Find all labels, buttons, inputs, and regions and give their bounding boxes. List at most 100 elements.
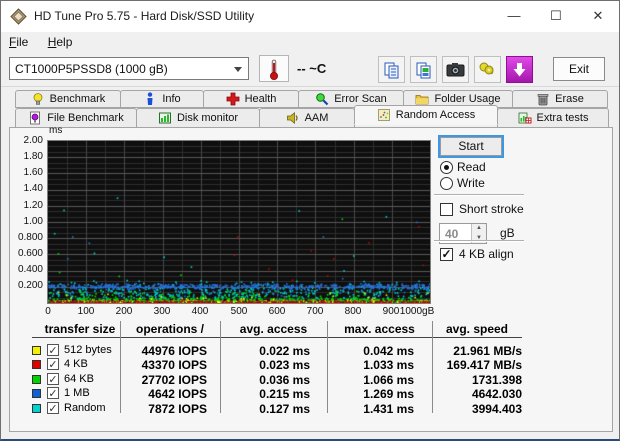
random-access-page: ms 2.00 1.80 1.60 1.40 1.20 1.00 0.800 0… [9, 127, 613, 432]
y-tick: 1.40 [13, 183, 43, 194]
transfer-size-label: Random [64, 402, 106, 414]
extra-tests-icon [518, 111, 532, 125]
avg-access-value: 0.127 ms [220, 402, 327, 416]
table-row: Random 7872 IOPS 0.127 ms 1.431 ms 3994.… [10, 402, 614, 416]
keys-icon [478, 61, 497, 78]
max-access-value: 1.066 ms [327, 373, 432, 387]
toolbar: CT1000P5PSSD8 (1000 gB) -- ~C [1, 53, 619, 87]
x-tick: 600 [269, 306, 286, 317]
tab-info[interactable]: Info [120, 90, 204, 108]
operations-value: 7872 IOPS [120, 402, 220, 416]
x-tick: 100 [78, 306, 95, 317]
tab-label: Extra tests [537, 112, 589, 124]
table-row: 512 bytes 44976 IOPS 0.022 ms 0.042 ms 2… [10, 344, 614, 358]
avg-speed-value: 21.961 MB/s [432, 344, 522, 358]
tab-extra-tests[interactable]: Extra tests [497, 108, 609, 128]
y-tick: 0.400 [13, 264, 43, 275]
operations-value: 43370 IOPS [120, 358, 220, 372]
column-divider [220, 321, 221, 413]
y-tick: 2.00 [13, 135, 43, 146]
kb-align-label: 4 KB align [459, 247, 514, 261]
window-title: HD Tune Pro 5.75 - Hard Disk/SSD Utility [34, 9, 254, 23]
operations-value: 27702 IOPS [120, 373, 220, 387]
avg-speed-value: 1731.398 [432, 373, 522, 387]
write-radio-label: Write [457, 176, 485, 190]
copy-image-button[interactable] [410, 56, 437, 83]
avg-access-value: 0.022 ms [220, 344, 327, 358]
col-header: transfer size [32, 322, 128, 336]
series-checkbox[interactable] [47, 344, 59, 356]
app-icon [10, 8, 27, 25]
tab-aam[interactable]: AAM [259, 108, 355, 128]
file-benchmark-icon [28, 111, 42, 125]
series-checkbox[interactable] [47, 387, 59, 399]
start-button[interactable]: Start [438, 135, 504, 158]
series-checkbox[interactable] [47, 358, 59, 370]
x-tick: 1000gB [400, 306, 434, 317]
max-access-value: 1.033 ms [327, 358, 432, 372]
menu-help[interactable]: Help [40, 32, 81, 53]
tab-health[interactable]: Health [203, 90, 299, 108]
write-radio[interactable] [440, 177, 453, 190]
short-stroke-row[interactable]: Short stroke [440, 202, 524, 216]
copy-button[interactable] [378, 56, 405, 83]
screenshot-button[interactable] [442, 56, 469, 83]
random-access-icon [377, 108, 391, 122]
tab-row-2: File Benchmark Disk monitor AAM Random A… [15, 108, 608, 128]
temperature-value: -- ~C [297, 61, 326, 76]
drive-select-dropdown[interactable]: CT1000P5PSSD8 (1000 gB) [9, 57, 249, 80]
close-button[interactable]: ✕ [577, 1, 619, 31]
temperature-button[interactable] [259, 55, 289, 82]
avg-access-value: 0.215 ms [220, 387, 327, 401]
operations-value: 44976 IOPS [120, 344, 220, 358]
arrow-up-icon[interactable]: ▲ [472, 224, 486, 234]
write-radio-row[interactable]: Write [440, 176, 485, 190]
series-checkbox[interactable] [47, 402, 59, 414]
exit-button[interactable]: Exit [553, 57, 605, 81]
tab-label: Benchmark [50, 93, 106, 105]
folder-icon [415, 92, 429, 106]
avg-speed-value: 3994.403 [432, 402, 522, 416]
avg-speed-value: 169.417 MB/s [432, 358, 522, 372]
tab-benchmark[interactable]: Benchmark [15, 90, 121, 108]
magnifier-icon [315, 92, 329, 106]
max-access-value: 1.431 ms [327, 402, 432, 416]
health-cross-icon [226, 92, 240, 106]
info-icon [143, 92, 157, 106]
x-tick: 500 [231, 306, 248, 317]
tab-label: Folder Usage [434, 93, 500, 105]
x-tick: 800 [345, 306, 362, 317]
series-checkbox[interactable] [47, 373, 59, 385]
transfer-size-label: 4 KB [64, 358, 88, 370]
tab-disk-monitor[interactable]: Disk monitor [136, 108, 260, 128]
download-arrow-icon [512, 62, 527, 78]
y-tick: 0.600 [13, 248, 43, 259]
title-bar: HD Tune Pro 5.75 - Hard Disk/SSD Utility… [1, 1, 619, 32]
tab-label: AAM [305, 112, 329, 124]
kb-align-checkbox[interactable] [440, 248, 453, 261]
thermometer-icon [268, 58, 280, 81]
short-stroke-label: Short stroke [459, 202, 524, 216]
read-radio[interactable] [440, 161, 453, 174]
divider [434, 194, 524, 196]
tab-label: Health [245, 93, 277, 105]
tab-random-access[interactable]: Random Access [354, 105, 498, 125]
header-underline [32, 337, 522, 338]
y-tick: 0.200 [13, 280, 43, 291]
y-axis-unit-label: ms [49, 125, 62, 136]
trash-icon [536, 92, 550, 106]
col-header: avg. speed [432, 322, 522, 336]
maximize-button[interactable]: ☐ [535, 1, 577, 31]
series-color-swatch [32, 404, 41, 413]
keys-button[interactable] [474, 56, 501, 83]
x-tick: 700 [307, 306, 324, 317]
copy-icon [383, 61, 401, 79]
short-stroke-checkbox[interactable] [440, 203, 453, 216]
download-button[interactable] [506, 56, 533, 83]
align-row[interactable]: 4 KB align [440, 247, 514, 261]
minimize-button[interactable]: — [493, 1, 535, 31]
tab-file-benchmark[interactable]: File Benchmark [15, 108, 137, 128]
tab-erase[interactable]: Erase [512, 90, 608, 108]
read-radio-row[interactable]: Read [440, 160, 486, 174]
menu-file[interactable]: File [1, 32, 36, 53]
